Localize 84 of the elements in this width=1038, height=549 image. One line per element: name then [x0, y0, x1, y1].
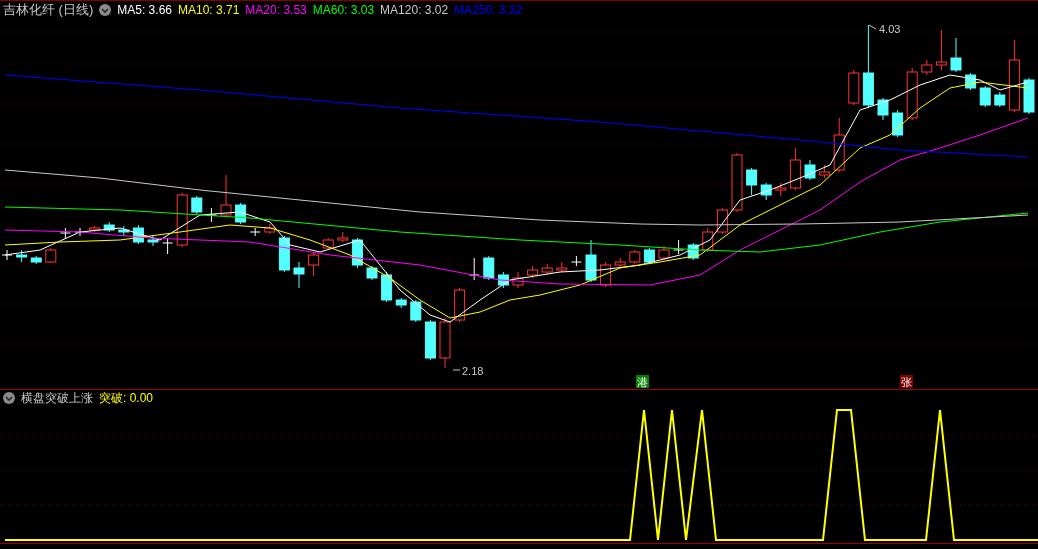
candlestick: [512, 271, 524, 289]
candlestick: [381, 271, 393, 303]
candlestick: [570, 255, 582, 267]
candlestick: [16, 249, 28, 263]
signal-label: 张: [900, 376, 912, 388]
indicator-title: 横盘突破上涨: [21, 390, 93, 407]
candlestick: [424, 319, 436, 361]
candlestick: [439, 317, 451, 369]
candlestick: [191, 195, 203, 215]
candlestick: [775, 182, 787, 197]
candlestick: [483, 255, 495, 281]
candlestick: [658, 245, 670, 261]
moving-average-label: MA60: 3.03: [312, 1, 375, 19]
candlestick: [600, 261, 612, 288]
candlestick: [308, 251, 320, 277]
candlestick: [366, 265, 378, 281]
high-price-label: 4.03: [879, 23, 901, 35]
candlestick: [497, 271, 509, 289]
candlestick: [235, 202, 247, 225]
candlestick: [337, 231, 349, 243]
candlestick: [629, 249, 641, 265]
candlestick: [804, 159, 816, 181]
candlestick: [395, 297, 407, 309]
candlestick: [556, 261, 568, 273]
candlestick: [468, 257, 480, 281]
candlestick: [410, 299, 422, 323]
candlestick: [760, 182, 772, 201]
candlestick: [351, 237, 363, 269]
candlestick: [789, 147, 801, 191]
moving-average-label: MA10: 3.71: [178, 1, 240, 19]
candlestick: [673, 239, 685, 255]
candlestick: [118, 225, 130, 237]
candlestick: [833, 117, 845, 173]
candlestick: [819, 164, 831, 179]
candlestick: [848, 69, 860, 106]
candlestick: [892, 109, 904, 138]
candlestick: [994, 91, 1006, 108]
candlestick: [935, 29, 947, 71]
low-price-label: 2.18: [462, 365, 484, 377]
candlestick: [1023, 77, 1035, 115]
candlestick: [541, 263, 553, 275]
candlestick: [746, 167, 758, 196]
leader-line: [868, 24, 877, 30]
candlestick: [716, 207, 728, 235]
candlestick: [89, 225, 101, 233]
candlestick: [965, 72, 977, 91]
candlestick: [162, 237, 174, 255]
moving-average-label: MA5: 3.66: [117, 1, 172, 19]
candlestick: [614, 257, 626, 269]
candlestick: [293, 261, 305, 289]
candlestick: [249, 227, 261, 237]
candlestick: [103, 221, 115, 233]
candlestick: [585, 239, 597, 283]
candlestick: [278, 235, 290, 273]
collapse-chevron-icon[interactable]: [3, 392, 15, 404]
moving-average-label: MA250: 3.32: [454, 1, 523, 19]
moving-average-label: MA120: 3.02: [380, 1, 449, 19]
candlestick: [527, 265, 539, 279]
leader-line: [452, 369, 461, 371]
candlestick: [906, 67, 918, 121]
candlestick: [454, 287, 466, 323]
candlestick: [950, 37, 962, 73]
candlestick: [45, 247, 57, 264]
candlestick: [687, 242, 699, 261]
candlestick: [220, 174, 232, 218]
indicator-value: 突破: 0.00: [99, 390, 154, 407]
candlestick: [264, 223, 276, 235]
candlestick: [877, 97, 889, 121]
candlestick: [30, 255, 42, 265]
candlestick: [176, 192, 188, 248]
signal-label: 港: [636, 376, 648, 388]
candlestick: [1, 249, 13, 261]
candlestick: [921, 59, 933, 76]
candlestick: [59, 227, 71, 239]
candlestick: [643, 247, 655, 265]
stock-title: 吉林化纤 (日线): [3, 0, 94, 19]
collapse-chevron-icon[interactable]: [99, 3, 112, 16]
candlestick: [702, 227, 714, 253]
moving-average-label: MA20: 3.53: [245, 1, 307, 19]
candlestick: [132, 224, 144, 245]
candlestick: [322, 237, 334, 251]
candlestick: [147, 235, 159, 247]
candlestick: [979, 85, 991, 108]
candlestick: [731, 152, 743, 213]
